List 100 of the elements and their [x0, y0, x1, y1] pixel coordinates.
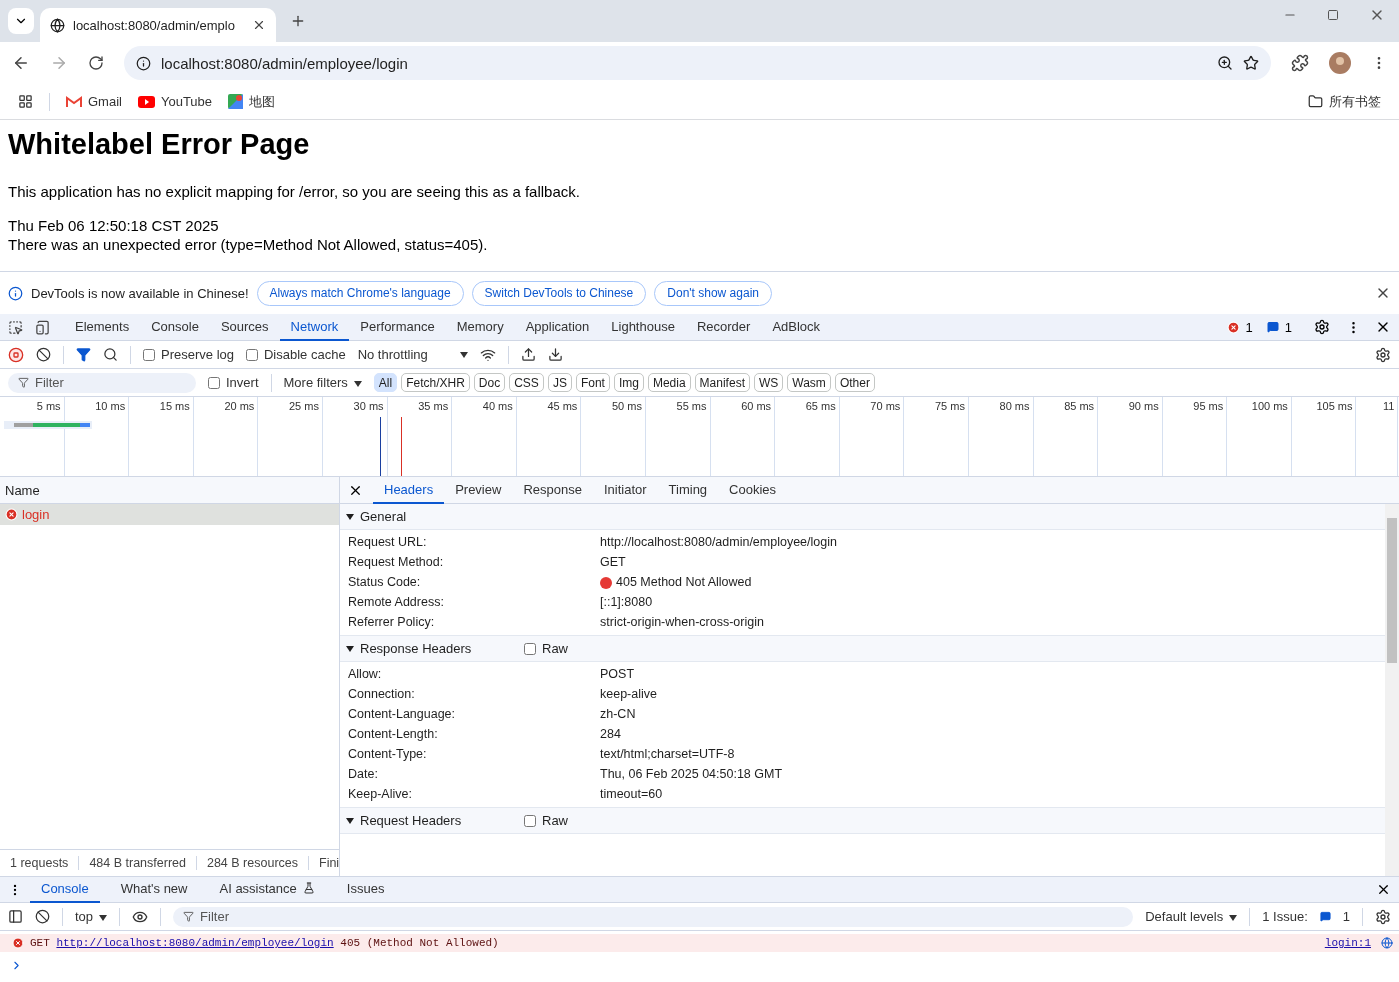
details-tab[interactable]: Response: [512, 476, 593, 504]
record-icon[interactable]: [8, 346, 24, 363]
triangle-icon[interactable]: [346, 816, 354, 825]
triangle-icon[interactable]: [346, 512, 354, 521]
devtools-tab[interactable]: Performance: [349, 313, 446, 341]
status-item: Fini: [309, 856, 339, 870]
browser-tab[interactable]: localhost:8080/admin/emplo: [40, 8, 276, 42]
details-tab[interactable]: Preview: [444, 476, 513, 504]
inspect-icon[interactable]: [8, 319, 23, 335]
bookmark[interactable]: Gmail: [66, 94, 122, 109]
reload-icon[interactable]: [88, 55, 104, 71]
checkbox-label[interactable]: Raw: [524, 641, 568, 656]
extensions-icon[interactable]: [1291, 54, 1309, 72]
type-filter-chip[interactable]: Wasm: [787, 373, 831, 392]
drawer-tab[interactable]: What's new: [109, 876, 199, 903]
status-item: 1 requests: [0, 856, 80, 870]
throttling-dropdown[interactable]: No throttling: [357, 347, 468, 362]
type-filter-chip[interactable]: Img: [613, 373, 644, 392]
flask-icon: [302, 882, 315, 894]
type-filter-chip[interactable]: Fetch/XHR: [401, 373, 470, 392]
type-filter-chip[interactable]: Other: [834, 373, 875, 392]
devtools-tab[interactable]: Elements: [64, 313, 141, 341]
checkbox[interactable]: [246, 348, 258, 361]
section-title[interactable]: Request Headers: [360, 813, 520, 828]
section-title[interactable]: Response Headers: [360, 641, 520, 656]
checkbox[interactable]: [524, 642, 536, 655]
devtools-tab[interactable]: Application: [514, 313, 601, 341]
checkbox[interactable]: [524, 814, 536, 827]
infobar-button[interactable]: Don't show again: [654, 280, 772, 306]
devtools-tab[interactable]: Network: [279, 313, 350, 341]
type-filter-chip[interactable]: CSS: [509, 373, 544, 392]
apps-icon[interactable]: [18, 94, 33, 109]
error-text: 405 (Method Not Allowed): [340, 937, 499, 949]
infobar-button[interactable]: Switch DevTools to Chinese: [471, 280, 647, 306]
request-row[interactable]: login: [0, 504, 339, 525]
bookmark[interactable]: YouTube: [137, 94, 213, 109]
close-icon[interactable]: [1376, 882, 1391, 897]
checkbox-label[interactable]: Preserve log: [143, 347, 234, 362]
upload-icon[interactable]: [520, 347, 536, 362]
infobar-button[interactable]: Always match Chrome's language: [256, 280, 464, 306]
settings-icon[interactable]: [1375, 908, 1391, 925]
header-name: Date:: [348, 767, 379, 782]
address-bar[interactable]: localhost:8080/admin/employee/login: [124, 46, 1271, 80]
checkbox-label[interactable]: Invert: [208, 375, 259, 390]
back-icon[interactable]: [12, 54, 30, 72]
avatar-icon[interactable]: [1329, 52, 1351, 74]
clear-icon[interactable]: [36, 347, 51, 362]
error-icon: [1226, 320, 1240, 334]
scrollbar-thumb[interactable]: [1387, 518, 1397, 663]
drawer-tab[interactable]: Issues: [335, 876, 396, 903]
bookmark[interactable]: 地图: [228, 92, 276, 111]
section-title[interactable]: General: [360, 509, 520, 524]
type-filter-chip[interactable]: Manifest: [694, 373, 750, 392]
drawer-tab[interactable]: AI assistance: [208, 876, 326, 903]
zoom-icon[interactable]: [1217, 55, 1233, 71]
devtools-tab[interactable]: Sources: [209, 313, 280, 341]
devtools-tab[interactable]: Lighthouse: [600, 313, 686, 341]
checkbox-label[interactable]: Disable cache: [246, 347, 346, 362]
type-filter-chip[interactable]: JS: [547, 373, 572, 392]
url-link[interactable]: http://localhost:8080/admin/employee/login: [56, 937, 334, 949]
drawer-tab[interactable]: Console: [30, 876, 100, 903]
settings-icon[interactable]: [1314, 319, 1330, 335]
triangle-icon[interactable]: [346, 644, 354, 653]
devtools-tab[interactable]: Console: [140, 313, 210, 341]
type-filter-chip[interactable]: Doc: [473, 373, 506, 392]
type-filter-chip[interactable]: All: [373, 373, 398, 392]
context-dropdown[interactable]: top: [75, 909, 108, 924]
filter-field[interactable]: Filter: [173, 906, 1134, 927]
download-icon[interactable]: [547, 347, 563, 362]
details-tab[interactable]: Cookies: [718, 476, 788, 504]
source-link[interactable]: login:1: [1324, 937, 1371, 949]
filter-icon[interactable]: [76, 347, 91, 362]
devtools-tab[interactable]: Recorder: [685, 313, 762, 341]
type-filter-chip[interactable]: WS: [753, 373, 784, 392]
levels-dropdown[interactable]: Default levels: [1145, 909, 1238, 924]
tab-search-button[interactable]: [8, 8, 34, 34]
new-tab-icon[interactable]: [290, 13, 306, 29]
settings-icon[interactable]: [1375, 346, 1391, 363]
issues-label: 1 Issue:: [1262, 909, 1308, 924]
filter-icon: [183, 911, 195, 922]
type-filter-chip[interactable]: Font: [575, 373, 610, 392]
checkbox[interactable]: [208, 376, 220, 389]
all-bookmarks[interactable]: 所有书签: [1308, 92, 1381, 111]
details-tab[interactable]: Timing: [657, 476, 719, 504]
search-icon[interactable]: [103, 347, 118, 362]
devtools-tab[interactable]: Memory: [445, 313, 515, 341]
sidebar-icon[interactable]: [8, 909, 23, 924]
filter-icon: [18, 377, 29, 388]
more-filters-dropdown[interactable]: More filters: [283, 375, 362, 390]
devtools-tab[interactable]: AdBlock: [761, 313, 832, 341]
star-icon[interactable]: [1243, 55, 1259, 71]
filter-field[interactable]: Filter: [8, 372, 196, 393]
details-tab[interactable]: Initiator: [592, 476, 658, 504]
device-icon[interactable]: [35, 319, 50, 335]
checkbox[interactable]: [143, 348, 155, 361]
type-filter-chip[interactable]: Media: [647, 373, 691, 392]
checkbox-label[interactable]: Raw: [524, 813, 568, 828]
close-icon[interactable]: [252, 18, 266, 32]
clear-icon[interactable]: [35, 909, 50, 924]
maximize-icon[interactable]: [1327, 9, 1339, 21]
